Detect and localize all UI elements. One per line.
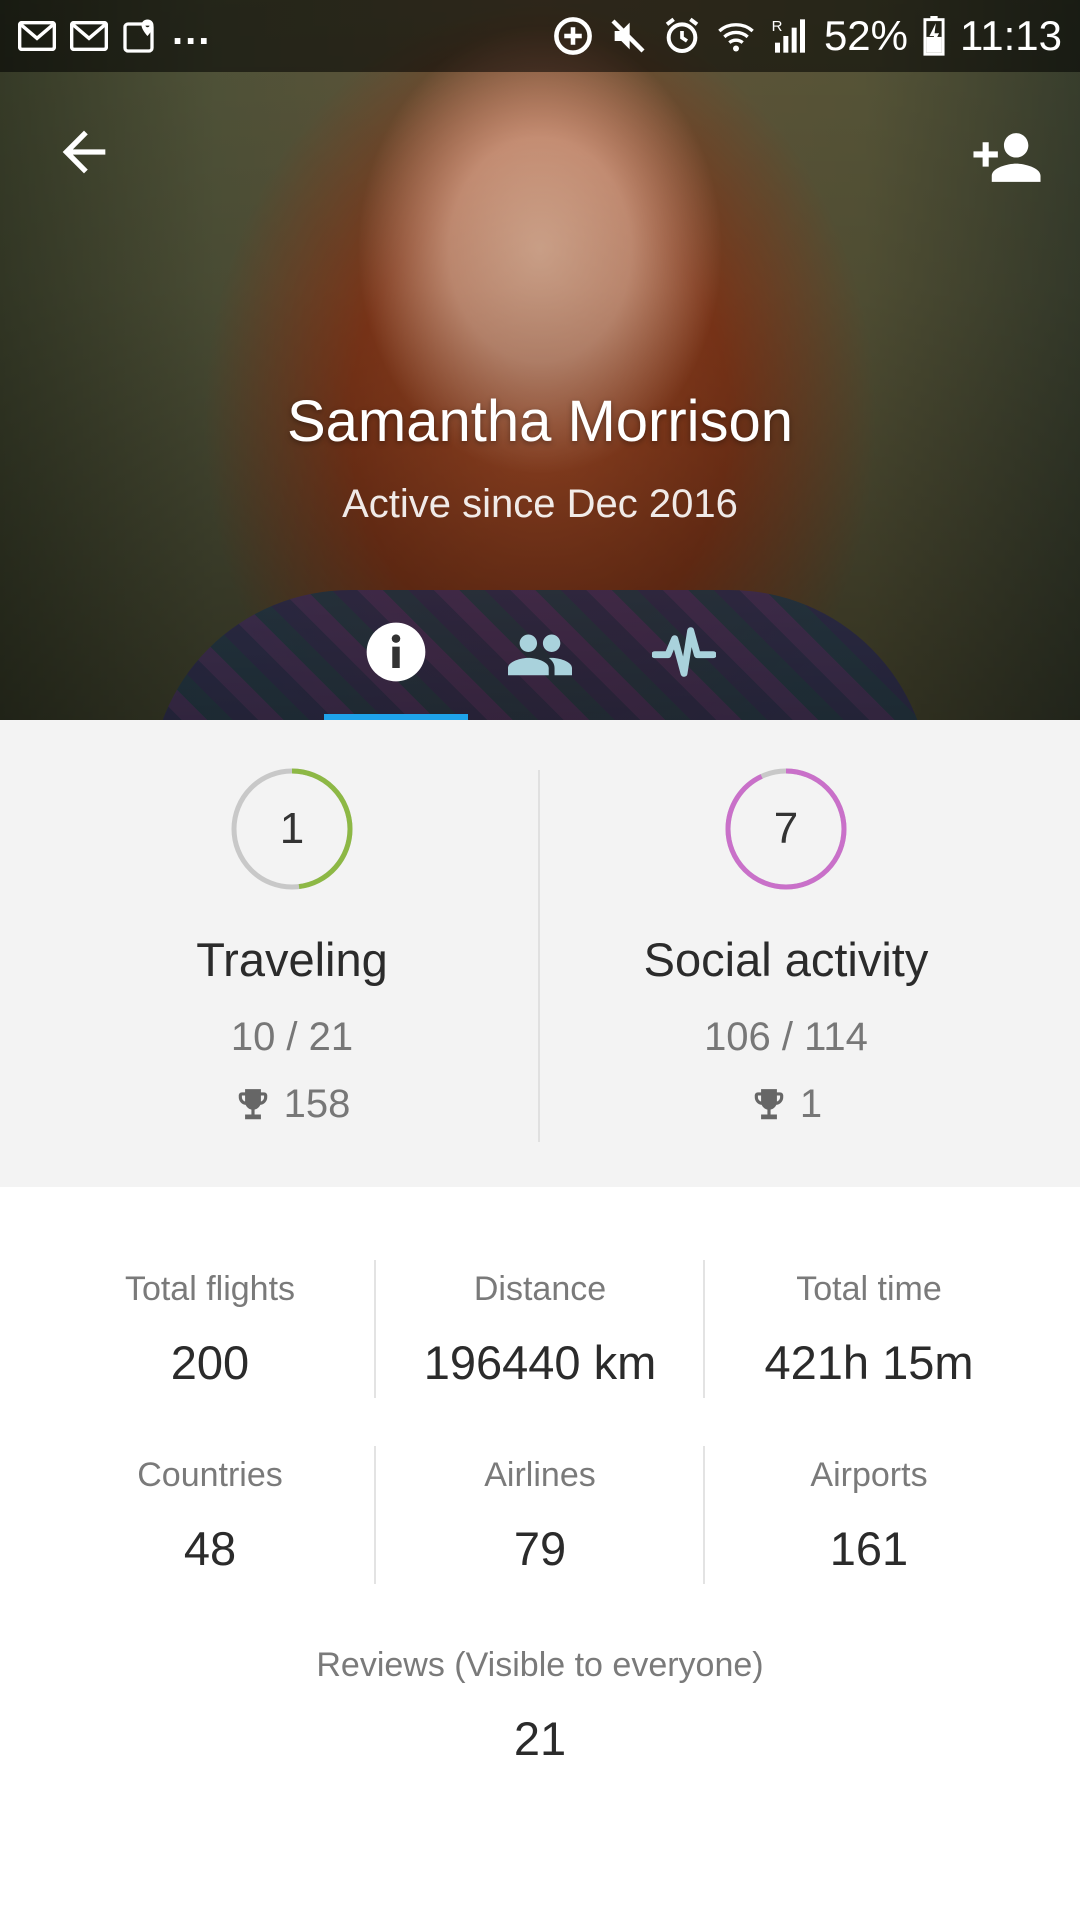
wifi-icon	[716, 16, 756, 56]
tab-friends[interactable]	[468, 610, 612, 720]
stat-distance: Distance 196440 km	[375, 1260, 705, 1390]
traveling-level: 1	[279, 804, 305, 853]
stat-value: 79	[513, 1522, 567, 1575]
stat-value: 21	[513, 1712, 567, 1765]
stat-label: Airlines	[484, 1456, 596, 1494]
alarm-icon	[662, 16, 702, 56]
achievement-traveling[interactable]: 1 Traveling 10 / 21 158	[22, 720, 562, 1187]
trophy-icon	[754, 1088, 784, 1119]
tab-activity[interactable]	[612, 610, 756, 720]
notification-overflow: ...	[172, 8, 212, 53]
stat-airlines: Airlines 79	[375, 1446, 705, 1576]
stat-airports: Airports 161	[704, 1446, 1034, 1576]
stats-row-2: Countries 48 Airlines 79 Airports 161	[0, 1446, 1080, 1586]
stat-value: 421h 15m	[764, 1336, 974, 1389]
profile-name: Samantha Morrison	[286, 389, 794, 454]
svg-text:R: R	[772, 18, 783, 35]
mute-icon	[608, 16, 648, 56]
stat-label: Total time	[796, 1270, 942, 1308]
info-icon	[366, 622, 426, 682]
battery-percent: 52%	[823, 12, 908, 59]
stat-label: Countries	[137, 1456, 283, 1494]
trophy-icon	[238, 1088, 267, 1119]
traveling-trophy-count: 158	[283, 1082, 351, 1126]
traveling-trophies: 158	[22, 1082, 562, 1127]
stat-label: Total flights	[124, 1270, 296, 1308]
social-title: Social activity	[643, 933, 929, 986]
stat-countries: Countries 48	[45, 1446, 375, 1576]
stat-total-flights: Total flights 200	[45, 1260, 375, 1390]
stat-label: Airports	[810, 1456, 928, 1494]
arrow-back-icon[interactable]	[52, 120, 116, 184]
social-level: 7	[773, 804, 799, 853]
gmail-icon	[18, 21, 56, 51]
people-icon	[508, 634, 572, 676]
stat-value: 196440 km	[423, 1336, 657, 1389]
social-trophy-count: 1	[799, 1082, 823, 1126]
tab-indicator	[324, 714, 468, 720]
stat-label: Reviews (Visible to everyone)	[316, 1646, 764, 1684]
stats-row-1: Total flights 200 Distance 196440 km Tot…	[0, 1260, 1080, 1400]
stat-label: Distance	[473, 1270, 607, 1308]
data-saver-icon	[552, 15, 594, 57]
traveling-title: Traveling	[196, 933, 388, 986]
stat-total-time: Total time 421h 15m	[704, 1260, 1034, 1390]
stat-value: 48	[183, 1522, 237, 1575]
profile-header: Samantha Morrison Active since Dec 2016	[0, 0, 1080, 720]
signal-icon: R	[770, 16, 810, 56]
social-progress: 106 / 114	[704, 1015, 868, 1059]
stat-value: 161	[829, 1522, 909, 1575]
gmail-icon	[70, 21, 108, 51]
stat-value: 200	[170, 1336, 250, 1389]
stat-reviews: Reviews (Visible to everyone) 21	[0, 1636, 1080, 1766]
maps-icon	[122, 18, 158, 54]
achievements-panel: 1 Traveling 10 / 21 158 7 Social activit…	[0, 720, 1080, 1187]
battery-icon	[922, 16, 946, 56]
activity-icon	[652, 627, 716, 677]
achievement-social[interactable]: 7 Social activity 106 / 114 1	[516, 720, 1056, 1187]
tab-info[interactable]	[324, 610, 468, 720]
status-bar: ... R 52% 11:13	[0, 0, 1080, 72]
social-trophies: 1	[516, 1082, 1056, 1127]
profile-active-since: Active since Dec 2016	[342, 482, 738, 526]
clock: 11:13	[960, 12, 1062, 59]
profile-tabs	[324, 610, 756, 720]
person-add-icon[interactable]	[970, 124, 1044, 188]
traveling-progress: 10 / 21	[230, 1015, 354, 1059]
